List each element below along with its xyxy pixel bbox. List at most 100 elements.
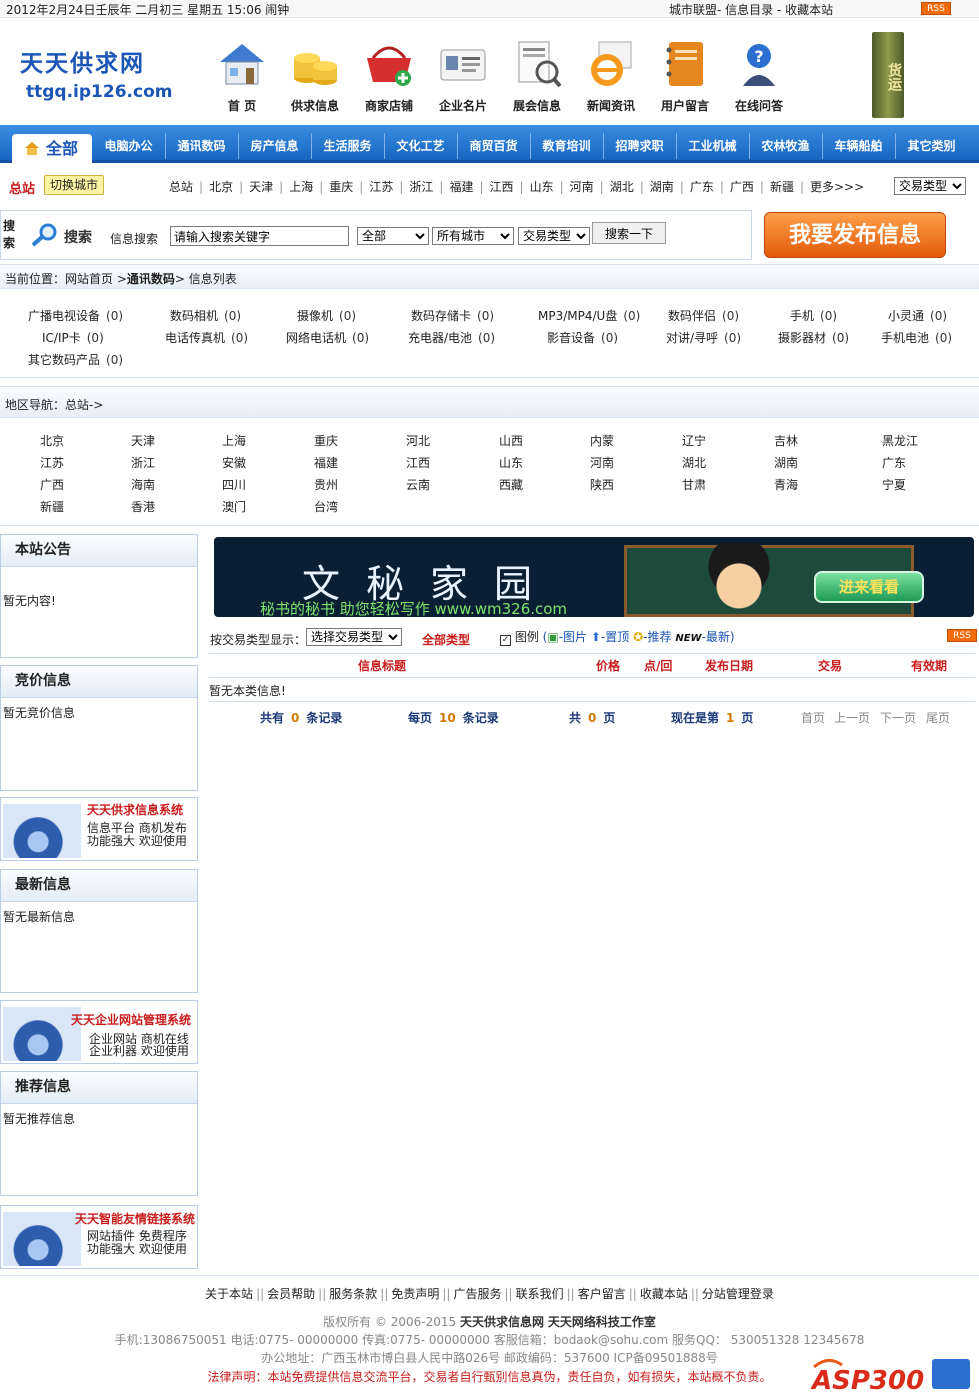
listing-rss-button[interactable]: RSS	[947, 629, 977, 642]
subcategory-link[interactable]: 数码相机 (0)	[170, 307, 241, 324]
province-link[interactable]: 陕西	[590, 476, 614, 493]
province-link[interactable]: 台湾	[314, 498, 338, 515]
province-link[interactable]: 湖南	[774, 454, 798, 471]
category-tab[interactable]: 生活服务	[311, 137, 384, 154]
nav-news[interactable]: 新闻资讯	[575, 38, 647, 114]
category-tab[interactable]: 招聘求职	[603, 137, 676, 154]
nav-home[interactable]: 首 页	[206, 38, 278, 114]
province-link[interactable]: 河南	[590, 454, 614, 471]
province-link[interactable]: 甘肃	[682, 476, 706, 493]
footer-link[interactable]: 收藏本站	[640, 1287, 688, 1301]
city-link[interactable]: 浙江	[409, 180, 433, 194]
city-link[interactable]: 北京	[209, 180, 233, 194]
search-city-select[interactable]: 所有城市	[432, 227, 514, 245]
breadcrumb-category[interactable]: 通讯数码	[127, 272, 175, 286]
city-link[interactable]: 总站	[169, 180, 193, 194]
category-tab[interactable]: 文化工艺	[384, 137, 457, 154]
footer-link[interactable]: 广告服务	[453, 1287, 501, 1301]
nav-cards[interactable]: 企业名片	[427, 38, 499, 114]
promo-link-system[interactable]: 天天智能友情链接系统 网站插件 免费程序 功能强大 欢迎使用	[0, 1205, 198, 1269]
site-logo-url[interactable]: ttgq.ip126.com	[26, 82, 172, 102]
city-link[interactable]: 福建	[449, 180, 473, 194]
publish-info-button[interactable]: 我要发布信息	[764, 212, 946, 258]
category-tab[interactable]: 电脑办公	[92, 137, 165, 154]
subcategory-link[interactable]: 对讲/寻呼 (0)	[666, 329, 741, 346]
footer-link[interactable]: 关于本站	[205, 1287, 253, 1301]
province-link[interactable]: 云南	[406, 476, 430, 493]
province-link[interactable]: 河北	[406, 432, 430, 449]
province-link[interactable]: 四川	[222, 476, 246, 493]
category-tab[interactable]: 农林牧渔	[749, 137, 822, 154]
subcategory-link[interactable]: 手机电池 (0)	[881, 329, 952, 346]
footer-link[interactable]: 客户留言	[578, 1287, 626, 1301]
province-link[interactable]: 广西	[40, 476, 64, 493]
subcategory-link[interactable]: 网络电话机 (0)	[286, 329, 369, 346]
search-button[interactable]: 搜索一下	[592, 222, 666, 244]
category-all-tab[interactable]: 全部	[12, 134, 92, 164]
province-link[interactable]: 香港	[131, 498, 155, 515]
category-tab[interactable]: 通讯数码	[165, 137, 238, 154]
city-link[interactable]: 天津	[249, 180, 273, 194]
subcategory-link[interactable]: 充电器/电池 (0)	[408, 329, 495, 346]
nav-supply[interactable]: 供求信息	[279, 38, 351, 114]
promo-enterprise-system[interactable]: 天天企业网站管理系统 企业网站 商机在线 企业利器 欢迎使用	[0, 1000, 198, 1064]
province-link[interactable]: 北京	[40, 432, 64, 449]
pager-first[interactable]: 首页	[801, 709, 825, 726]
province-link[interactable]: 吉林	[774, 432, 798, 449]
footer-link[interactable]: 联系我们	[516, 1287, 564, 1301]
search-trade-select[interactable]: 交易类型	[518, 227, 590, 245]
search-scope-select[interactable]: 全部	[357, 227, 429, 245]
city-link[interactable]: 广西	[730, 180, 754, 194]
subcategory-link[interactable]: 数码存储卡 (0)	[411, 307, 494, 324]
city-link[interactable]: 河南	[570, 180, 594, 194]
nav-qa[interactable]: ? 在线问答	[723, 38, 795, 114]
category-tab[interactable]: 教育培训	[530, 137, 603, 154]
province-link[interactable]: 澳门	[222, 498, 246, 515]
category-tab[interactable]: 房产信息	[238, 137, 311, 154]
subcategory-link[interactable]: MP3/MP4/U盘 (0)	[538, 307, 640, 324]
city-link[interactable]: 湖北	[610, 180, 634, 194]
category-tab[interactable]: 商贸百货	[457, 137, 530, 154]
province-link[interactable]: 上海	[222, 432, 246, 449]
city-link[interactable]: 湖南	[650, 180, 674, 194]
banner-enter-button[interactable]: 进来看看	[814, 571, 924, 603]
province-link[interactable]: 山西	[499, 432, 523, 449]
province-link[interactable]: 江西	[406, 454, 430, 471]
footer-link[interactable]: 会员帮助	[267, 1287, 315, 1301]
city-link[interactable]: 江西	[490, 180, 514, 194]
pager-prev[interactable]: 上一页	[834, 709, 870, 726]
province-link[interactable]: 青海	[774, 476, 798, 493]
province-link[interactable]: 安徽	[222, 454, 246, 471]
province-link[interactable]: 辽宁	[682, 432, 706, 449]
city-link[interactable]: 重庆	[329, 180, 353, 194]
ad-banner-wenmi[interactable]: 文秘家园 秘书的秘书 助您轻松写作 www.wm326.com 进来看看	[214, 537, 974, 617]
subcategory-link[interactable]: 摄像机 (0)	[297, 307, 356, 324]
promo-supply-system[interactable]: 天天供求信息系统 信息平台 商机发布 功能强大 欢迎使用	[0, 797, 198, 861]
province-link[interactable]: 湖北	[682, 454, 706, 471]
province-link[interactable]: 黑龙江	[882, 432, 918, 449]
pager-next[interactable]: 下一页	[880, 709, 916, 726]
city-link[interactable]: 上海	[289, 180, 313, 194]
province-link[interactable]: 浙江	[131, 454, 155, 471]
nav-shops[interactable]: 商家店铺	[353, 38, 425, 114]
trade-type-select[interactable]: 交易类型	[894, 177, 966, 195]
subcategory-link[interactable]: 小灵通 (0)	[888, 307, 947, 324]
city-link[interactable]: 山东	[530, 180, 554, 194]
site-logo-title[interactable]: 天天供求网	[20, 44, 145, 78]
province-link[interactable]: 新疆	[40, 498, 64, 515]
search-input[interactable]	[170, 226, 349, 246]
province-link[interactable]: 江苏	[40, 454, 64, 471]
province-link[interactable]: 天津	[131, 432, 155, 449]
footer-link[interactable]: 分站管理登录	[702, 1287, 774, 1301]
subcategory-link[interactable]: 手机 (0)	[790, 307, 837, 324]
filter-trade-select[interactable]: 选择交易类型	[306, 628, 402, 646]
switch-city-button[interactable]: 切换城市	[44, 175, 104, 195]
province-link[interactable]: 广东	[882, 454, 906, 471]
subcategory-link[interactable]: 电话传真机 (0)	[165, 329, 248, 346]
province-link[interactable]: 西藏	[499, 476, 523, 493]
all-types-link[interactable]: 全部类型	[422, 631, 470, 648]
freight-ad-banner[interactable]: 货运	[872, 32, 904, 118]
city-link[interactable]: 新疆	[770, 180, 794, 194]
category-tab[interactable]: 工业机械	[676, 137, 749, 154]
subcategory-link[interactable]: 摄影器材 (0)	[778, 329, 849, 346]
